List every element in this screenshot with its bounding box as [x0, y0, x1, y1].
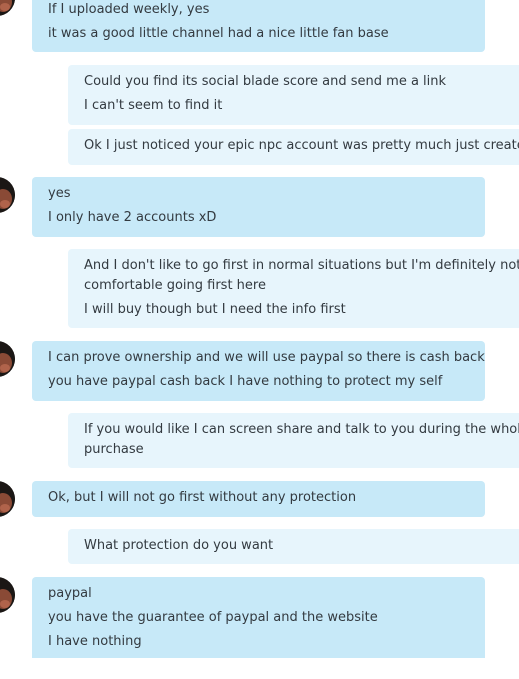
message-bubble-outgoing: And I don't like to go first in normal s… — [68, 249, 519, 328]
message-bubble-incoming: I can prove ownership and we will use pa… — [32, 341, 485, 401]
message-text: you have the guarantee of paypal and the… — [48, 610, 378, 625]
message-bubble-outgoing: Ok I just noticed your epic npc account … — [68, 129, 519, 165]
message-text: Could you find its social blade score an… — [84, 74, 447, 89]
message-text: What protection do you want — [84, 538, 274, 553]
contact-avatar[interactable] — [0, 577, 15, 613]
message-bubble-incoming: paypal you have the guarantee of paypal … — [32, 577, 485, 658]
message-bubble-outgoing: If you would like I can screen share and… — [68, 413, 519, 468]
message-text: And I don't like to go first in normal s… — [84, 258, 519, 273]
message-text: comfortable going first here — [84, 278, 266, 293]
message-text: Ok I just noticed your epic npc account … — [84, 138, 519, 153]
message-text: paypal — [48, 586, 92, 601]
message-text: I have nothing — [48, 634, 142, 649]
message-bubble-incoming: If I uploaded weekly, yes it was a good … — [32, 0, 485, 52]
message-text: you have paypal cash back I have nothing… — [48, 374, 443, 389]
message-bubble-incoming: Ok, but I will not go first without any … — [32, 481, 485, 517]
contact-avatar[interactable] — [0, 0, 15, 16]
message-text: it was a good little channel had a nice … — [48, 26, 389, 41]
contact-avatar[interactable] — [0, 177, 15, 213]
message-bubble-incoming: yes I only have 2 accounts xD — [32, 177, 485, 237]
contact-avatar[interactable] — [0, 481, 15, 517]
message-text: I only have 2 accounts xD — [48, 210, 217, 225]
message-bubble-outgoing: What protection do you want — [68, 529, 519, 564]
message-text: I can't seem to find it — [84, 98, 223, 113]
message-text: If I uploaded weekly, yes — [48, 2, 210, 17]
message-text: yes — [48, 186, 71, 201]
message-bubble-outgoing: Could you find its social blade score an… — [68, 65, 519, 125]
message-text: I can prove ownership and we will use pa… — [48, 350, 485, 365]
contact-avatar[interactable] — [0, 341, 15, 377]
message-text: Ok, but I will not go first without any … — [48, 490, 357, 505]
message-text: If you would like I can screen share and… — [84, 422, 519, 437]
message-text: I will buy though but I need the info fi… — [84, 302, 346, 317]
message-text: purchase — [84, 442, 144, 457]
